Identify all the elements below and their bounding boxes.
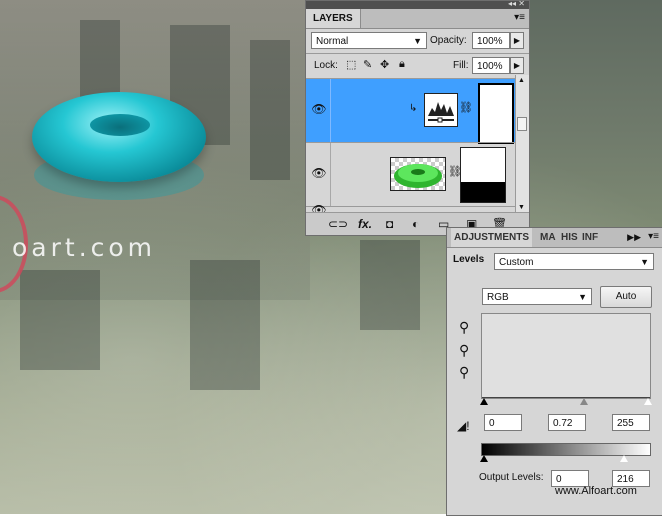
levels-adjustment-icon	[424, 93, 458, 127]
visibility-eye-icon[interactable]: 👁︎	[311, 166, 327, 182]
scroll-down-icon[interactable]: ▼	[518, 204, 525, 211]
adjustment-layer-icon[interactable]: ◐	[412, 217, 419, 231]
lock-all-icon[interactable]: 🔒︎	[399, 58, 405, 71]
preset-label: Levels	[453, 254, 485, 265]
chevron-down-icon: ▼	[413, 36, 422, 46]
output-levels-label: Output Levels:	[479, 472, 544, 483]
input-gamma-field[interactable]: 0.72	[548, 414, 586, 431]
link-layers-icon[interactable]: ⊂⊃	[328, 217, 348, 231]
scrollbar-thumb[interactable]	[517, 117, 527, 131]
white-eyedropper-icon[interactable]: ⚲	[459, 364, 469, 381]
canvas-watermark: oart.com	[12, 233, 157, 262]
column-shape	[190, 260, 260, 390]
clip-arrow-icon: ↳	[409, 103, 418, 114]
tab-info[interactable]: INF	[579, 228, 601, 247]
clipping-warning-icon[interactable]: ◢!	[457, 419, 470, 433]
input-gamma-slider[interactable]	[580, 398, 588, 405]
tab-masks[interactable]: MA	[537, 228, 559, 247]
layers-tabbar: LAYERS ▾≡	[306, 9, 529, 29]
scroll-up-icon[interactable]: ▲	[518, 77, 525, 84]
layer-levels-adjustment[interactable]: 👁︎ ↳ ⛓	[306, 78, 515, 144]
lock-position-icon[interactable]: ✥	[380, 58, 389, 71]
cyan-torus-object	[32, 92, 206, 182]
column-shape	[20, 270, 100, 370]
window-shape	[250, 40, 290, 180]
tab-layers[interactable]: LAYERS	[306, 9, 361, 28]
fill-label: Fill:	[453, 60, 469, 71]
expand-icon[interactable]: ▶▶	[627, 232, 641, 243]
output-black-slider[interactable]	[480, 455, 488, 462]
black-eyedropper-icon[interactable]: ⚲	[459, 319, 469, 336]
layers-scrollbar[interactable]: ▲ ▼	[515, 75, 529, 213]
layer-mask-thumbnail[interactable]	[460, 147, 506, 203]
layers-panel[interactable]: ◂◂ ✕ LAYERS ▾≡ Normal ▼ Opacity: 100% ▶ …	[305, 0, 530, 236]
lock-image-icon[interactable]: ✎	[363, 58, 372, 71]
channel-select[interactable]: RGB ▼	[482, 288, 592, 305]
panel-menu-icon[interactable]: ▾≡	[648, 231, 659, 242]
blend-mode-value: Normal	[316, 36, 349, 47]
tab-adjustments[interactable]: ADJUSTMENTS	[451, 228, 533, 247]
input-black-field[interactable]: 0	[484, 414, 522, 431]
torus-layer-thumbnail	[390, 157, 446, 191]
levels-histogram	[481, 313, 651, 399]
auto-button[interactable]: Auto	[600, 286, 652, 308]
preset-select[interactable]: Custom ▼	[494, 253, 654, 270]
lock-label: Lock:	[314, 60, 338, 71]
footer-watermark: www.Alfoart.com	[555, 485, 637, 497]
lock-transparent-icon[interactable]: ⬚	[346, 58, 356, 71]
tab-histogram[interactable]: HIS	[558, 228, 581, 247]
chevron-down-icon: ▼	[578, 292, 587, 302]
fill-stepper[interactable]: ▶	[510, 57, 524, 74]
gray-eyedropper-icon[interactable]: ⚲	[459, 342, 469, 359]
collapse-icon[interactable]: ◂◂ ✕	[508, 0, 525, 8]
layer-green-torus[interactable]: 👁︎ ⛓	[306, 142, 515, 206]
opacity-input[interactable]: 100%	[472, 32, 510, 49]
blend-mode-select[interactable]: Normal ▼	[311, 32, 427, 49]
opacity-stepper[interactable]: ▶	[510, 32, 524, 49]
add-mask-icon[interactable]: ◘	[386, 217, 393, 231]
channel-value: RGB	[487, 292, 509, 303]
input-white-slider[interactable]	[644, 398, 652, 405]
panel-titlebar[interactable]: ◂◂ ✕	[306, 0, 529, 9]
column-shape	[360, 240, 420, 330]
opacity-label: Opacity:	[430, 35, 467, 46]
panel-menu-icon[interactable]: ▾≡	[514, 12, 525, 23]
fill-input[interactable]: 100%	[472, 57, 510, 74]
input-white-field[interactable]: 255	[612, 414, 650, 431]
link-chain-icon[interactable]: ⛓	[459, 101, 473, 114]
output-white-slider[interactable]	[620, 455, 628, 462]
preset-value: Custom	[499, 257, 534, 268]
adjust-tabbar: ADJUSTMENTS MA HIS INF ▶▶ ▾≡	[447, 228, 662, 248]
fx-icon[interactable]: fx.	[358, 217, 372, 231]
layer-mask-thumbnail[interactable]	[478, 83, 514, 144]
visibility-eye-icon[interactable]: 👁︎	[311, 102, 327, 118]
chevron-down-icon: ▼	[640, 257, 649, 267]
input-black-slider[interactable]	[480, 398, 488, 405]
